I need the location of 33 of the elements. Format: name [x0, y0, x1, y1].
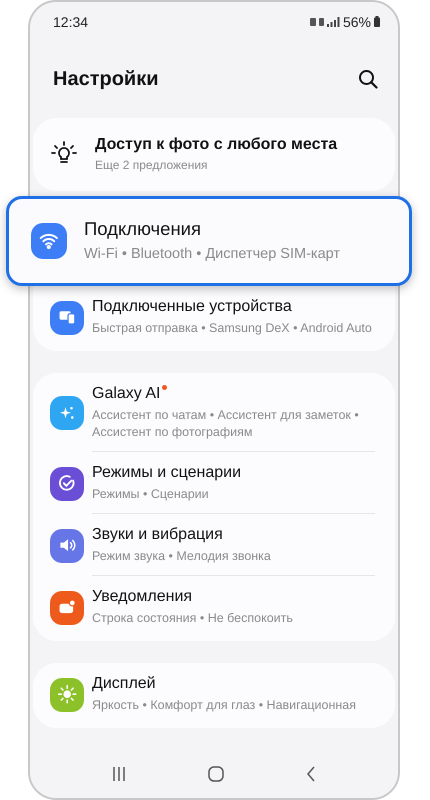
item-title: Уведомления — [92, 588, 192, 606]
item-subtitle: Быстрая отправка • Samsung DeX • Android Auto — [92, 320, 372, 338]
recents-icon[interactable] — [110, 766, 127, 782]
suggestion-title: Доступ к фото с любого места — [95, 136, 338, 154]
settings-item[interactable]: Уведомления Строка состояния • Не беспокоить — [33, 576, 395, 638]
item-title: Режимы и сценарии — [92, 464, 242, 482]
settings-item[interactable]: Режимы и сценарии Режимы • Сценарии — [33, 452, 395, 514]
item-title: Подключенные устройства — [92, 298, 292, 316]
settings-item[interactable]: Дисплей Яркость • Комфорт для глаз • Навигационная — [33, 663, 395, 724]
item-title: Galaxy AI — [92, 385, 160, 404]
item-title: Подключения — [84, 218, 202, 240]
back-icon[interactable] — [305, 766, 318, 782]
settings-item[interactable]: Звуки и вибрация Режим звука • Мелодия звонка — [33, 514, 395, 576]
battery-percent: 56% — [342, 14, 371, 30]
settings-item[interactable]: Подключенные устройства Быстрая отправка • Samsung DeX • Android Auto — [33, 286, 395, 348]
page-title: Настройки — [53, 68, 159, 91]
item-subtitle: Режим звука • Мелодия звонка — [92, 548, 271, 566]
item-subtitle: Режимы • Сценарии — [92, 486, 210, 504]
signal-icon — [310, 16, 340, 27]
item-subtitle: Строка состояния • Не беспокоить — [92, 610, 293, 628]
item-title: Дисплей — [92, 675, 156, 694]
item-title: Звуки и вибрация — [92, 526, 223, 544]
item-subtitle: Яркость • Комфорт для глаз • Навигационная — [92, 697, 356, 714]
suggestion-card[interactable]: Доступ к фото с любого места Еще 2 предложения — [33, 118, 395, 192]
suggestion-subtitle: Еще 2 предложения — [95, 158, 209, 172]
item-subtitle: Wi-Fi • Bluetooth • Диспетчер SIM-карт — [84, 245, 340, 264]
battery-icon — [374, 16, 380, 28]
home-icon[interactable] — [208, 766, 224, 782]
item-subtitle: Ассистент по чатам • Ассистент для заметок • Ассистент по фотографиям — [92, 407, 360, 442]
settings-item[interactable]: Подключения Wi-Fi • Bluetooth • Диспетчер SIM-карт — [6, 196, 412, 286]
settings-item[interactable]: Galaxy AI Ассистент по чатам • Ассистент для заметок • Ассистент по фотографиям — [33, 373, 395, 452]
search-icon[interactable] — [358, 69, 378, 90]
status-time: 12:34 — [53, 14, 88, 30]
